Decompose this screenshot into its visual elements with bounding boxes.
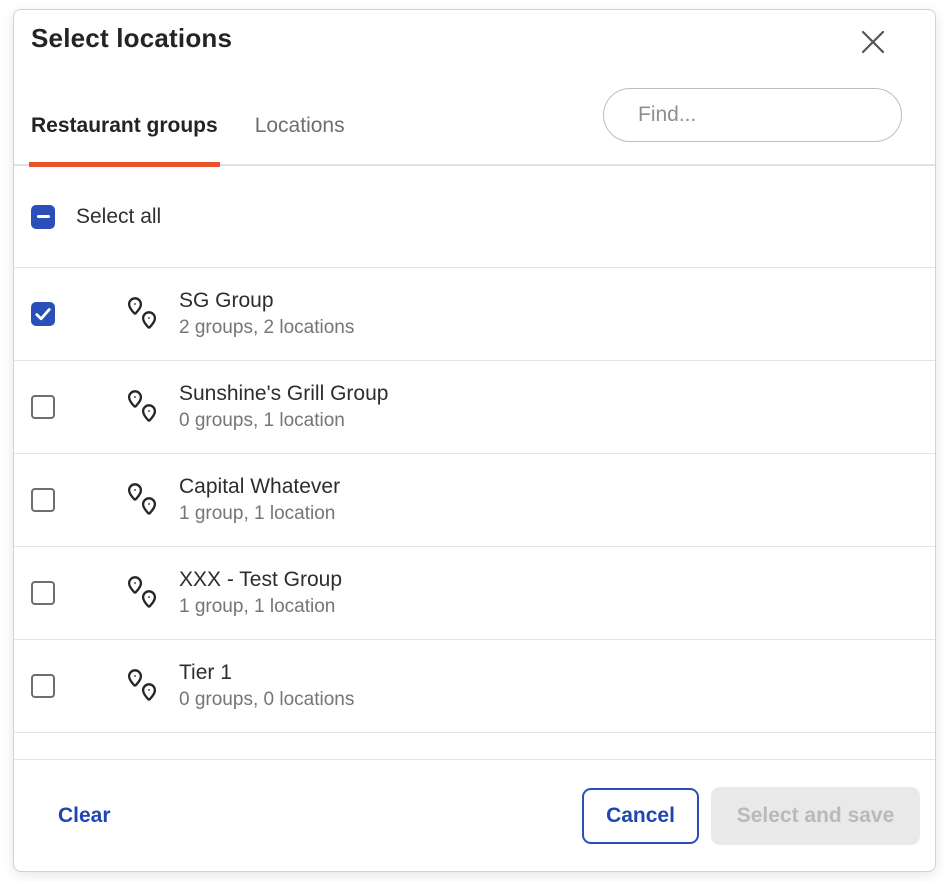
map-pins-icon	[123, 387, 167, 427]
tab-locations[interactable]: Locations	[255, 114, 345, 164]
group-row[interactable]: XXX - Test Group 1 group, 1 location	[14, 547, 935, 640]
row-title: XXX - Test Group	[179, 569, 342, 591]
row-title: Capital Whatever	[179, 476, 340, 498]
row-text: Capital Whatever 1 group, 1 location	[179, 476, 340, 524]
select-all-label: Select all	[76, 205, 161, 229]
row-subtitle: 0 groups, 1 location	[179, 411, 388, 431]
row-text: SG Group 2 groups, 2 locations	[179, 290, 354, 338]
dialog-title: Select locations	[31, 22, 918, 54]
search-input[interactable]	[638, 103, 909, 127]
close-icon	[860, 29, 886, 55]
clear-button[interactable]: Clear	[58, 804, 111, 828]
dialog-footer: Clear Cancel Select and save	[14, 759, 935, 871]
select-all-row: Select all	[14, 166, 935, 268]
row-checkbox[interactable]	[31, 581, 55, 605]
row-checkbox[interactable]	[31, 302, 55, 326]
close-button[interactable]	[857, 26, 889, 58]
list-spacer	[14, 733, 935, 759]
search-field[interactable]	[603, 88, 902, 142]
row-checkbox[interactable]	[31, 395, 55, 419]
map-pins-icon	[123, 480, 167, 520]
cancel-button[interactable]: Cancel	[582, 788, 699, 844]
map-pins-icon	[123, 294, 167, 334]
row-text: XXX - Test Group 1 group, 1 location	[179, 569, 342, 617]
row-text: Tier 1 0 groups, 0 locations	[179, 662, 354, 710]
row-text: Sunshine's Grill Group 0 groups, 1 locat…	[179, 383, 388, 431]
map-pins-icon	[123, 666, 167, 706]
row-checkbox[interactable]	[31, 674, 55, 698]
select-locations-dialog: Select locations Restaurant groups Locat…	[13, 9, 936, 872]
row-title: Tier 1	[179, 662, 354, 684]
map-pins-icon	[123, 573, 167, 613]
tab-restaurant-groups-label: Restaurant groups	[31, 114, 218, 137]
row-subtitle: 1 group, 1 location	[179, 597, 342, 617]
group-row[interactable]: Tier 1 0 groups, 0 locations	[14, 640, 935, 733]
select-all-checkbox[interactable]	[31, 205, 55, 229]
tab-locations-label: Locations	[255, 114, 345, 137]
row-title: SG Group	[179, 290, 354, 312]
row-title: Sunshine's Grill Group	[179, 383, 388, 405]
checkmark-icon	[35, 308, 51, 321]
row-subtitle: 2 groups, 2 locations	[179, 318, 354, 338]
row-subtitle: 1 group, 1 location	[179, 504, 340, 524]
select-and-save-button[interactable]: Select and save	[711, 787, 920, 845]
tab-restaurant-groups[interactable]: Restaurant groups	[31, 114, 218, 164]
dialog-header: Select locations	[14, 10, 935, 54]
group-row[interactable]: Capital Whatever 1 group, 1 location	[14, 454, 935, 547]
row-checkbox[interactable]	[31, 488, 55, 512]
group-row[interactable]: Sunshine's Grill Group 0 groups, 1 locat…	[14, 361, 935, 454]
row-subtitle: 0 groups, 0 locations	[179, 690, 354, 710]
group-list: SG Group 2 groups, 2 locations Sunshine'…	[14, 268, 935, 733]
indeterminate-dash-icon	[37, 215, 50, 219]
group-row[interactable]: SG Group 2 groups, 2 locations	[14, 268, 935, 361]
